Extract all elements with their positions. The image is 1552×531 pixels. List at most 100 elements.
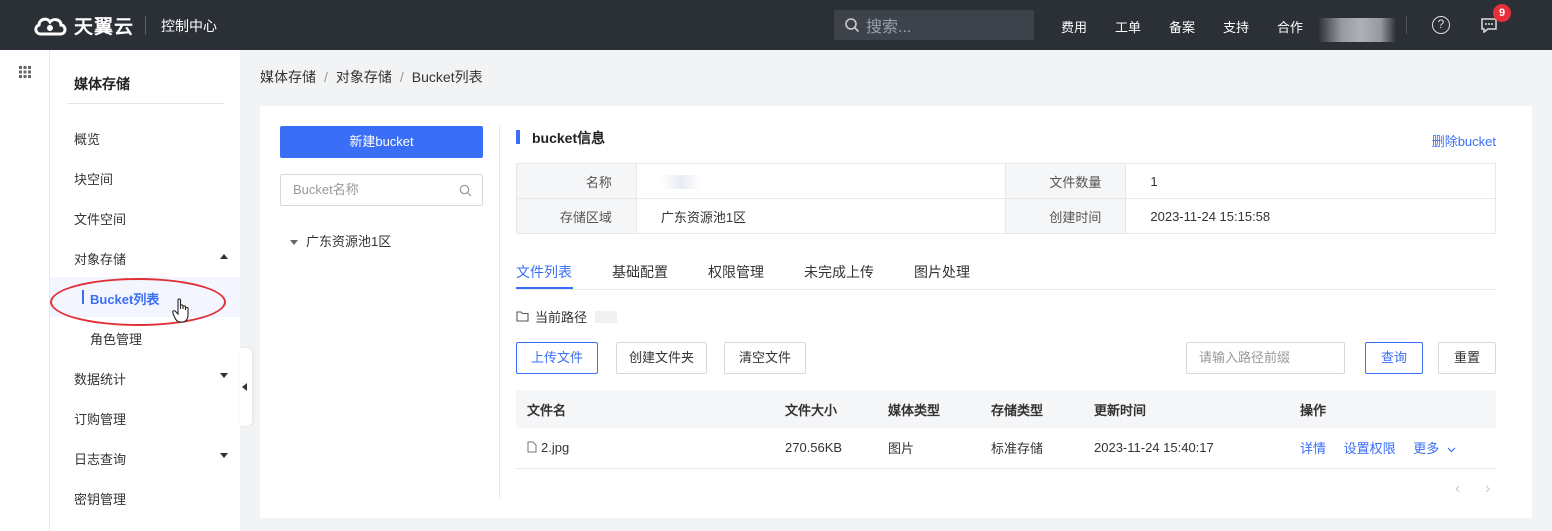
header-updated: 更新时间: [1083, 390, 1289, 428]
new-bucket-button[interactable]: 新建bucket: [280, 126, 483, 158]
top-navigation-bar: 天翼云 控制中心 搜索... 费用 工单 备案 支持 合作 ? 9: [0, 0, 1552, 50]
file-size: 270.56KB: [774, 428, 877, 469]
chevron-left-icon: [242, 383, 247, 391]
path-value-blurred: [595, 310, 618, 323]
breadcrumb-bucket-list: Bucket列表: [411, 69, 483, 85]
bucket-info-table: 名称 文件数量 1 存储区域 广东资源池1区 创建时间 2023-11-24 1…: [516, 163, 1496, 234]
sidebar-item-logs[interactable]: 日志查询: [74, 449, 126, 468]
annotation-highlight-oval: [50, 278, 226, 326]
tab-permissions[interactable]: 权限管理: [708, 262, 764, 282]
header-actions: 操作: [1289, 390, 1496, 428]
sidebar-item-overview[interactable]: 概览: [74, 129, 100, 148]
console-label[interactable]: 控制中心: [161, 16, 217, 36]
bucket-search-placeholder: Bucket名称: [293, 182, 359, 197]
chevron-down-icon[interactable]: [1447, 447, 1456, 453]
created-label: 创建时间: [1005, 198, 1127, 234]
sidebar-item-file[interactable]: 文件空间: [74, 209, 126, 228]
search-placeholder: 搜索...: [866, 19, 912, 36]
details-link[interactable]: 详情: [1300, 441, 1326, 456]
nav-billing[interactable]: 费用: [1061, 17, 1087, 36]
search-icon: [845, 18, 860, 33]
region-value: 广东资源池1区: [635, 198, 1007, 234]
file-count-value: 1: [1125, 163, 1496, 199]
cloud-logo-icon: [34, 17, 67, 35]
active-tab-indicator: [516, 287, 573, 289]
breadcrumb-media-storage[interactable]: 媒体存储: [260, 69, 316, 85]
sidebar-item-orders[interactable]: 订购管理: [74, 409, 126, 428]
logo-divider: [145, 16, 146, 34]
panel-divider: [499, 126, 500, 498]
sidebar: 媒体存储 概览 块空间 文件空间 对象存储 Bucket列表 角色管理 数据统计…: [50, 50, 252, 531]
logo-text: 天翼云: [74, 17, 135, 38]
file-name: 2.jpg: [541, 440, 570, 456]
path-prefix-input[interactable]: 请输入路径前缀: [1186, 342, 1345, 374]
table-header: 文件名 文件大小 媒体类型 存储类型 更新时间 操作: [516, 390, 1496, 428]
sidebar-item-roles[interactable]: 角色管理: [90, 329, 142, 348]
set-permission-link[interactable]: 设置权限: [1344, 441, 1396, 456]
product-rail: [0, 50, 50, 531]
file-actions: 详情 设置权限 更多: [1289, 428, 1496, 469]
file-icon: [527, 441, 537, 453]
file-name-cell[interactable]: 2.jpg: [516, 428, 774, 469]
folder-icon: [516, 311, 529, 322]
tianyiyun-logo[interactable]: 天翼云: [32, 12, 134, 39]
current-path: 当前路径: [516, 307, 618, 326]
sidebar-divider: [67, 103, 224, 104]
name-label: 名称: [516, 163, 637, 199]
table-row: 2.jpg 270.56KB 图片 标准存储 2023-11-24 15:40:…: [516, 428, 1496, 469]
notification-badge: 9: [1493, 4, 1511, 22]
hand-pointer-cursor-icon: [172, 298, 189, 323]
created-value: 2023-11-24 15:15:58: [1125, 198, 1496, 234]
tab-image-processing[interactable]: 图片处理: [914, 262, 970, 282]
header-media-type: 媒体类型: [877, 390, 980, 428]
sidebar-collapse-toggle[interactable]: [240, 348, 252, 426]
breadcrumb-object-storage[interactable]: 对象存储: [336, 69, 392, 85]
app-grid-icon[interactable]: [19, 66, 31, 78]
prev-page-icon[interactable]: ‹: [1455, 480, 1460, 498]
help-icon[interactable]: ?: [1432, 16, 1450, 34]
file-table: 文件名 文件大小 媒体类型 存储类型 更新时间 操作 2.jpg 270.56K…: [516, 390, 1496, 469]
sidebar-item-block[interactable]: 块空间: [74, 169, 113, 188]
topbar-divider: [1406, 16, 1407, 34]
region-label: 存储区域: [516, 198, 637, 234]
tree-node-region[interactable]: 广东资源池1区: [290, 231, 391, 250]
sidebar-title: 媒体存储: [74, 76, 130, 92]
chevron-down-icon[interactable]: [220, 453, 228, 458]
tab-file-list[interactable]: 文件列表: [516, 262, 572, 282]
header-filename: 文件名: [516, 390, 774, 428]
breadcrumb: 媒体存储 / 对象存储 / Bucket列表: [260, 69, 483, 85]
nav-filing[interactable]: 备案: [1169, 17, 1195, 36]
name-value-blurred: [635, 163, 1007, 199]
search-icon[interactable]: [459, 184, 472, 197]
file-media-type: 图片: [877, 428, 980, 469]
nav-partner[interactable]: 合作: [1277, 17, 1303, 36]
next-page-icon[interactable]: ›: [1485, 480, 1490, 498]
chevron-down-icon[interactable]: [220, 373, 228, 378]
create-folder-button[interactable]: 创建文件夹: [616, 342, 707, 374]
caret-down-icon[interactable]: [290, 240, 298, 246]
sidebar-item-object-storage[interactable]: 对象存储: [74, 249, 126, 268]
delete-bucket-link[interactable]: 删除bucket: [1432, 131, 1496, 150]
current-path-label: 当前路径: [535, 310, 588, 325]
chevron-up-icon[interactable]: [220, 254, 228, 259]
tab-basic-config[interactable]: 基础配置: [612, 262, 668, 282]
tab-incomplete-uploads[interactable]: 未完成上传: [804, 262, 874, 282]
header-size: 文件大小: [774, 390, 877, 428]
file-count-label: 文件数量: [1005, 163, 1127, 199]
bucket-name-search-input[interactable]: Bucket名称: [280, 174, 483, 206]
main-panel: 新建bucket Bucket名称 广东资源池1区 bucket信息 删除buc…: [260, 106, 1532, 518]
sidebar-item-stats[interactable]: 数据统计: [74, 369, 126, 388]
global-search[interactable]: 搜索...: [834, 10, 1034, 40]
clear-files-button[interactable]: 清空文件: [724, 342, 806, 374]
nav-tickets[interactable]: 工单: [1115, 17, 1141, 36]
query-button[interactable]: 查询: [1365, 342, 1423, 374]
nav-support[interactable]: 支持: [1223, 17, 1249, 36]
user-account-blurred[interactable]: [1318, 18, 1396, 42]
sidebar-item-keys[interactable]: 密钥管理: [74, 489, 126, 508]
more-dropdown[interactable]: 更多: [1413, 441, 1439, 456]
file-storage-type: 标准存储: [980, 428, 1083, 469]
reset-button[interactable]: 重置: [1438, 342, 1496, 374]
tab-bar: 文件列表 基础配置 权限管理 未完成上传 图片处理: [516, 256, 1496, 290]
header-storage-type: 存储类型: [980, 390, 1083, 428]
upload-file-button[interactable]: 上传文件: [516, 342, 598, 374]
